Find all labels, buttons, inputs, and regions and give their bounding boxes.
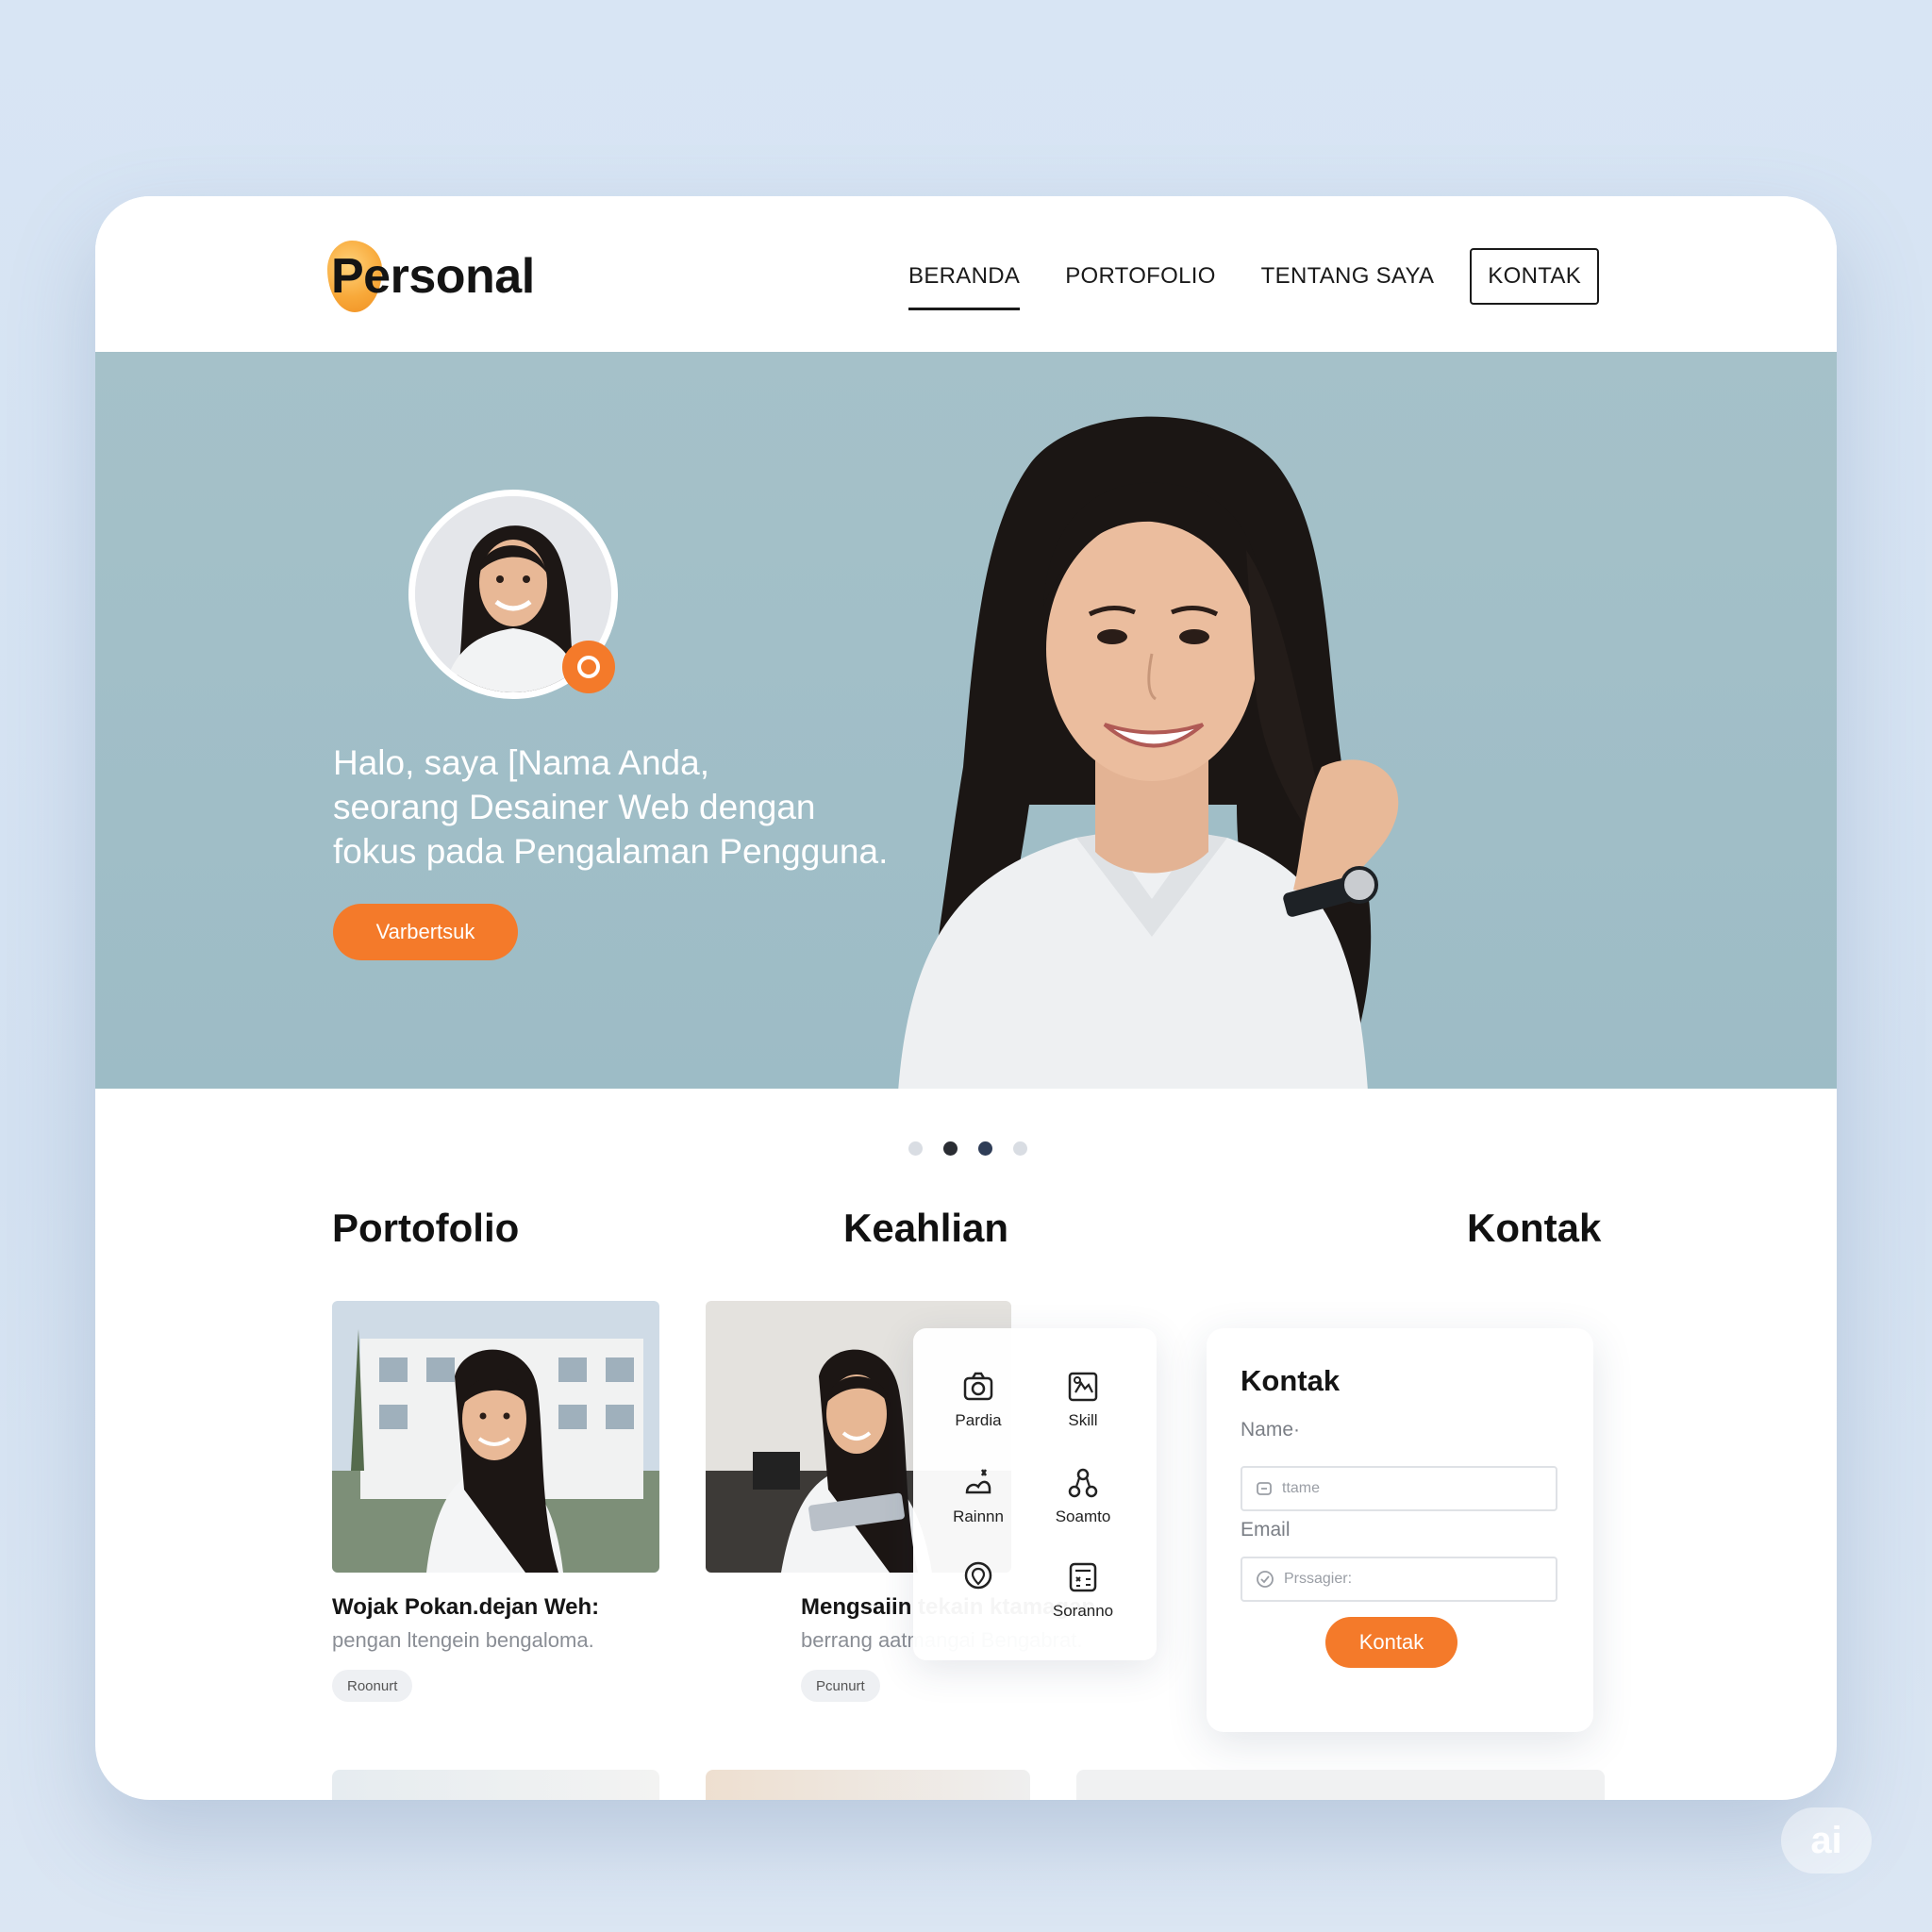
design-board-icon <box>1068 1372 1098 1402</box>
portfolio-card-4-image[interactable] <box>706 1770 1030 1800</box>
portfolio-section-title: Portofolio <box>332 1206 520 1250</box>
portfolio-card-3-image[interactable] <box>332 1770 659 1800</box>
tools-icon <box>965 1469 991 1494</box>
name-label: Name· <box>1241 1419 1301 1441</box>
nav-portofolio[interactable]: PORTOFOLIO <box>1042 248 1238 305</box>
skill-label: Soranno <box>1052 1602 1114 1620</box>
portfolio-card-2-tag[interactable]: Pcunurt <box>801 1670 880 1702</box>
skills-panel: Pardia Skill Rainnn Soamto Soranno <box>913 1328 1157 1660</box>
skill-label: Rainnn <box>953 1507 1004 1525</box>
hero-line-1: Halo, saya [Nama Anda, <box>333 743 709 782</box>
contact-submit-button[interactable]: Kontak <box>1325 1617 1457 1668</box>
name-field[interactable]: ttame <box>1241 1466 1557 1511</box>
carousel-dot-2[interactable] <box>943 1141 958 1156</box>
hero-banner: Halo, saya [Nama Anda, seorang Desainer … <box>95 352 1837 1089</box>
nav-kontak-button[interactable]: KONTAK <box>1470 248 1599 305</box>
portfolio-card-1-subtitle: pengan ltengein bengaloma. <box>332 1628 594 1652</box>
site-header: Personal BERANDA PORTOFOLIO TENTANG SAYA… <box>95 196 1837 352</box>
location-pin-icon <box>964 1561 992 1590</box>
nav-tentang-saya[interactable]: TENTANG SAYA <box>1239 248 1457 305</box>
contact-form-title: Kontak <box>1241 1364 1341 1397</box>
nav-beranda[interactable]: BERANDA <box>886 248 1042 310</box>
portfolio-card-1-tag[interactable]: Roonurt <box>332 1670 413 1702</box>
logo-text: Personal <box>331 249 535 304</box>
hero-cta-button[interactable]: Varbertsuk <box>333 904 518 960</box>
skill-label: Pardia <box>955 1411 1002 1429</box>
main-nav: BERANDA PORTOFOLIO TENTANG SAYA KONTAK <box>886 248 1599 310</box>
skill-item-skill[interactable]: Skill <box>1041 1370 1125 1430</box>
email-field[interactable]: Prssagier: <box>1241 1557 1557 1602</box>
skill-item-soamto[interactable]: Soamto <box>1041 1466 1125 1526</box>
user-icon <box>1257 1482 1272 1495</box>
calculator-icon <box>1069 1562 1097 1592</box>
portfolio-card-1-image[interactable] <box>332 1301 659 1573</box>
status-badge-icon <box>562 641 615 693</box>
skill-item-location[interactable] <box>936 1560 1021 1602</box>
network-nodes-icon <box>1068 1468 1098 1498</box>
hero-line-3: fokus pada Pengalaman Pengguna. <box>333 832 889 871</box>
contact-form-card: Kontak Name· ttame Email Prssagier: Kont… <box>1207 1328 1593 1732</box>
skill-item-rainnn[interactable]: Rainnn <box>936 1466 1021 1526</box>
camera-icon <box>963 1372 993 1401</box>
skills-section-title: Keahlian <box>843 1206 1009 1250</box>
ai-watermark: ai <box>1781 1807 1872 1874</box>
email-placeholder: Prssagier: <box>1284 1571 1353 1587</box>
portfolio-card-1-title[interactable]: Wojak Pokan.dejan Weh: <box>332 1594 599 1621</box>
carousel-dot-1[interactable] <box>908 1141 923 1156</box>
skill-label: Skill <box>1068 1411 1098 1429</box>
logo[interactable]: Personal <box>327 239 535 314</box>
hero-line-2: seorang Desainer Web dengan <box>333 788 816 826</box>
name-placeholder: ttame <box>1282 1480 1321 1496</box>
carousel-dots <box>95 1141 1837 1156</box>
skill-item-pardia[interactable]: Pardia <box>936 1370 1021 1430</box>
contact-section-title: Kontak <box>1467 1206 1602 1250</box>
browser-frame: Personal BERANDA PORTOFOLIO TENTANG SAYA… <box>95 196 1837 1800</box>
carousel-dot-4[interactable] <box>1013 1141 1027 1156</box>
carousel-dot-3[interactable] <box>978 1141 992 1156</box>
email-label: Email <box>1241 1519 1291 1541</box>
hero-headline: Halo, saya [Nama Anda, seorang Desainer … <box>333 741 918 874</box>
skill-item-soranno[interactable]: Soranno <box>1041 1560 1125 1621</box>
skill-label: Soamto <box>1055 1507 1111 1525</box>
check-circle-icon <box>1257 1571 1274 1588</box>
portfolio-card-5-image[interactable] <box>1076 1770 1605 1800</box>
